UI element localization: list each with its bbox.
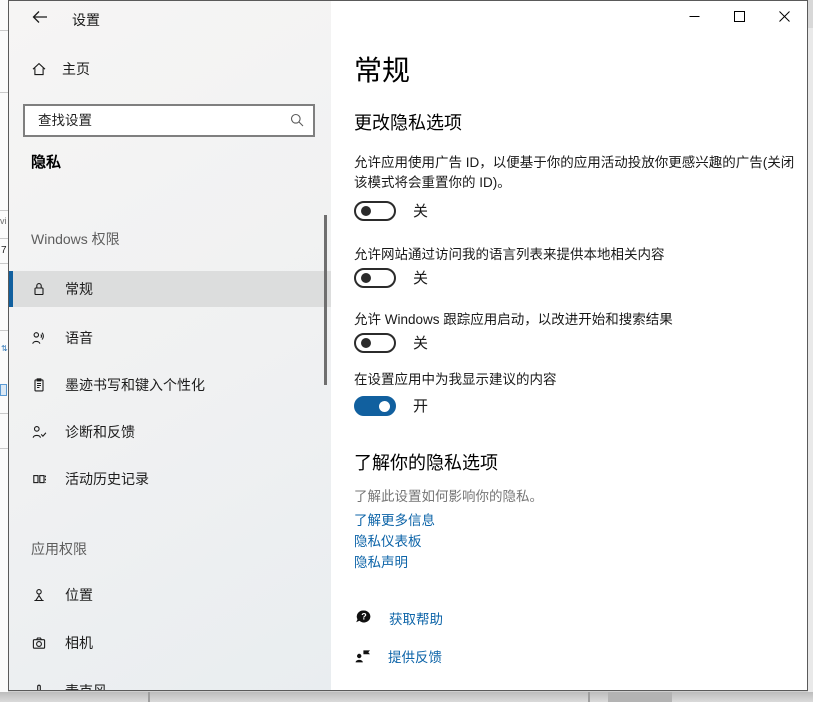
- toggle-knob: [361, 273, 371, 283]
- background-window-sliver-left: vi 7 ⇅: [0, 0, 8, 702]
- close-icon: [779, 11, 790, 22]
- setting-row: 关: [354, 200, 428, 221]
- main-content: 常规 更改隐私选项 允许应用使用广告 ID，以便基于你的应用活动投放你更感兴趣的…: [331, 1, 807, 690]
- minimize-icon: [689, 11, 700, 22]
- desktop-background-bottom: [0, 692, 813, 702]
- link-privacy-statement[interactable]: 隐私声明: [354, 551, 408, 572]
- setting-desc-app-launch-tracking: 允许 Windows 跟踪应用启动，以改进开始和搜索结果: [354, 310, 806, 330]
- sidebar-item-inking-typing[interactable]: 墨迹书写和键入个性化: [9, 367, 331, 403]
- selected-accent-bar: [9, 271, 13, 307]
- divider: [0, 413, 8, 414]
- toggle-language-list[interactable]: [354, 268, 396, 288]
- svg-text:?: ?: [361, 612, 367, 622]
- app-title: 设置: [72, 10, 100, 30]
- help-bubble-icon: ?: [354, 609, 373, 627]
- toggle-state-label: 关: [413, 200, 428, 221]
- setting-row: 关: [354, 267, 428, 288]
- toggle-knob: [379, 401, 390, 412]
- search-icon[interactable]: [289, 112, 305, 128]
- link-learn-more[interactable]: 了解更多信息: [354, 509, 435, 530]
- section-heading-learn-privacy: 了解你的隐私选项: [354, 449, 498, 475]
- background-corner: [808, 0, 813, 28]
- close-button[interactable]: [762, 1, 807, 31]
- search-input[interactable]: [23, 104, 315, 137]
- background-text-fragment: 7: [1, 245, 7, 256]
- screenshot-root: vi 7 ⇅ 设置 主页: [0, 0, 813, 702]
- back-button[interactable]: [25, 5, 55, 31]
- setting-row: 关: [354, 332, 428, 353]
- divider: [0, 263, 8, 264]
- diagnostics-icon: [31, 424, 47, 440]
- section-heading-change-privacy: 更改隐私选项: [354, 109, 462, 135]
- speech-icon: [31, 330, 47, 346]
- sidebar-scrollbar[interactable]: [324, 215, 327, 385]
- link-privacy-dashboard[interactable]: 隐私仪表板: [354, 530, 422, 551]
- home-icon: [31, 61, 47, 77]
- minimize-button[interactable]: [672, 1, 717, 31]
- divider: [0, 210, 8, 211]
- toggle-state-label: 关: [413, 267, 428, 288]
- toggle-state-label: 开: [413, 395, 428, 416]
- toggle-knob: [361, 206, 371, 216]
- nav-group-windows-permissions: Windows 权限: [31, 229, 120, 249]
- setting-row: 开: [354, 395, 428, 416]
- toggle-state-label: 关: [413, 332, 428, 353]
- inking-icon: [31, 377, 47, 393]
- divider: [588, 692, 590, 702]
- give-feedback-link[interactable]: 提供反馈: [354, 646, 442, 666]
- toggle-knob: [361, 338, 371, 348]
- divider: [148, 692, 150, 702]
- activity-history-icon: [31, 471, 47, 487]
- learn-privacy-desc: 了解此设置如何影响你的隐私。: [354, 485, 543, 505]
- background-edge-right: [808, 0, 813, 702]
- background-blue-glyph: ⇅: [1, 344, 7, 354]
- setting-desc-suggested-content: 在设置应用中为我显示建议的内容: [354, 370, 806, 390]
- sidebar-item-camera[interactable]: 相机: [9, 625, 331, 661]
- window-controls: [672, 1, 807, 31]
- toggle-advertising-id[interactable]: [354, 201, 396, 221]
- sidebar-item-activity-history[interactable]: 活动历史记录: [9, 461, 331, 497]
- nav-group-app-permissions: 应用权限: [31, 539, 87, 559]
- location-icon: [31, 587, 47, 603]
- lock-icon: [31, 281, 47, 297]
- divider: [0, 238, 8, 239]
- category-title: 隐私: [31, 151, 61, 172]
- setting-desc-advertising-id: 允许应用使用广告 ID，以便基于你的应用活动投放你更感兴趣的广告(关闭该模式将会…: [354, 153, 806, 193]
- sidebar-item-general[interactable]: 常规: [9, 271, 331, 307]
- sidebar-item-home[interactable]: 主页: [31, 59, 90, 79]
- toggle-app-launch-tracking[interactable]: [354, 333, 396, 353]
- search-box: [23, 104, 315, 137]
- maximize-icon: [734, 11, 745, 22]
- background-text-fragment: vi: [0, 216, 7, 226]
- setting-desc-language-list: 允许网站通过访问我的语言列表来提供本地相关内容: [354, 245, 806, 265]
- background-blue-box: [0, 384, 7, 396]
- sidebar-item-microphone[interactable]: 麦克风: [9, 673, 331, 691]
- sidebar: 设置 主页 隐私 Windows 权限 常规: [9, 1, 331, 690]
- camera-icon: [31, 635, 47, 651]
- maximize-button[interactable]: [717, 1, 762, 31]
- sidebar-item-speech[interactable]: 语音: [9, 320, 331, 356]
- get-help-link[interactable]: ? 获取帮助: [354, 608, 443, 628]
- feedback-person-icon: [354, 647, 372, 665]
- background-patch: [608, 692, 672, 702]
- page-title: 常规: [354, 49, 410, 89]
- divider: [0, 30, 8, 31]
- settings-window: 设置 主页 隐私 Windows 权限 常规: [8, 0, 808, 691]
- back-arrow-icon: [31, 9, 49, 25]
- divider: [0, 330, 8, 331]
- divider: [0, 448, 8, 449]
- sidebar-item-location[interactable]: 位置: [9, 577, 331, 613]
- home-label: 主页: [62, 59, 90, 79]
- toggle-suggested-content[interactable]: [354, 396, 396, 416]
- divider: [0, 92, 8, 93]
- sidebar-item-diagnostics-feedback[interactable]: 诊断和反馈: [9, 414, 331, 450]
- microphone-icon: [31, 683, 47, 691]
